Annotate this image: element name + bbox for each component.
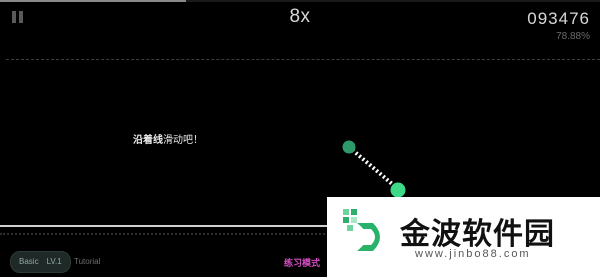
difficulty-level: LV.1	[46, 257, 62, 266]
slide-note-start[interactable]	[342, 140, 356, 154]
watermark-url: www.jinbo88.com	[415, 248, 531, 260]
watermark-title: 金波软件园	[400, 218, 555, 251]
watermark-overlay: 金波软件园 www.jinbo88.com	[327, 197, 600, 277]
game-stage[interactable]: 8x 093476 78.88% 沿着线滑动吧！ Basic LV.1 Tutor…	[0, 0, 600, 277]
difficulty-name: Basic	[19, 257, 39, 266]
practice-mode-label: 练习模式	[284, 258, 321, 268]
difficulty-badge[interactable]: Basic LV.1	[10, 251, 71, 273]
slide-path	[347, 145, 400, 191]
tutorial-label: Tutorial	[74, 257, 101, 266]
watermark-logo-icon	[343, 209, 380, 251]
slide-note-end[interactable]	[390, 182, 406, 198]
